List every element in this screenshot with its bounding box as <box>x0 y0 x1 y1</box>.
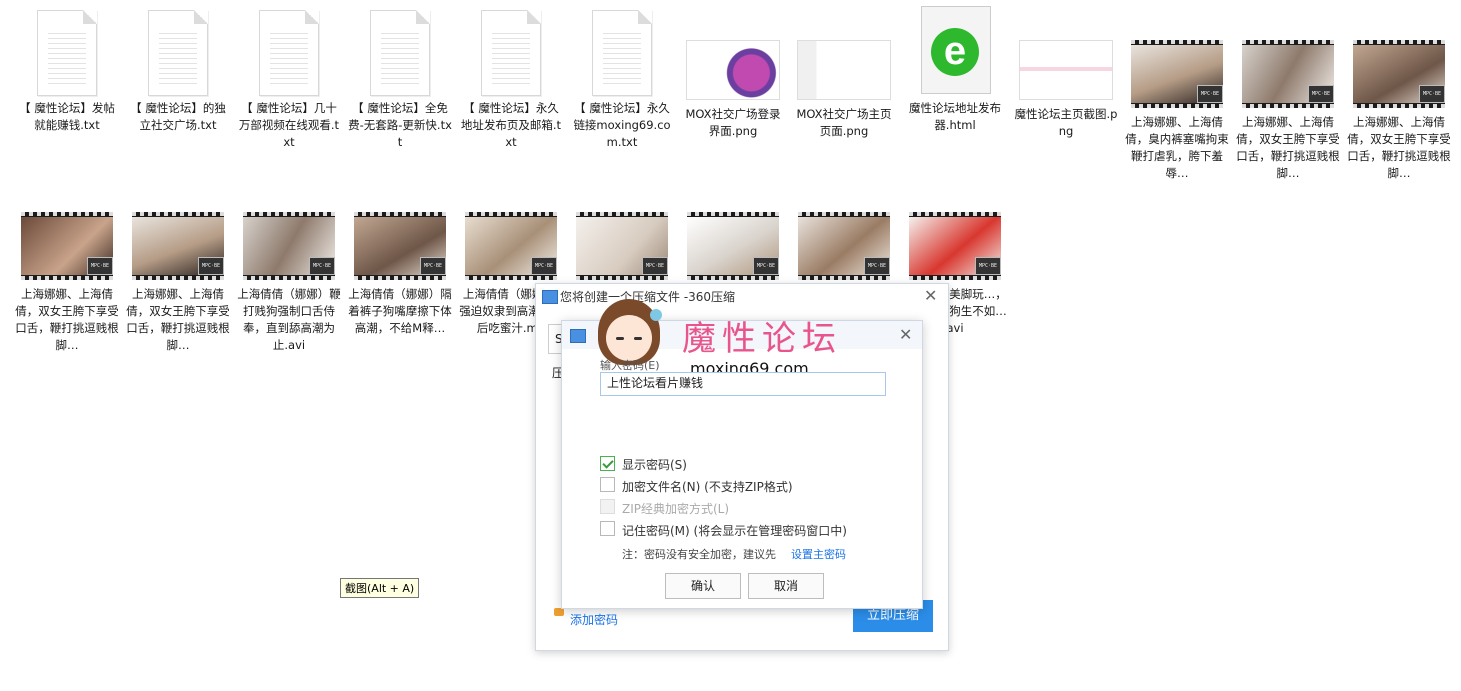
file-item[interactable]: 【 魔性论坛】全免费-无套路-更新快.txt <box>348 10 452 151</box>
file-name-label: 【 魔性论坛】几十万部视频在线观看.txt <box>238 101 340 149</box>
video-thumbnail: MPC·BE <box>1242 40 1334 108</box>
watermark-title: 魔性论坛 <box>682 319 842 359</box>
file-item[interactable]: MPC·BE 上海娜娜、上海倩倩，双女王胯下享受口舌，鞭打挑逗贱根脚… <box>15 212 119 354</box>
file-item[interactable]: MOX社交广场登录界面.png <box>681 10 785 140</box>
txt-file-icon <box>37 10 97 96</box>
html-file-icon: e <box>917 6 993 96</box>
video-thumbnail: MPC·BE <box>576 212 668 280</box>
video-thumbnail: MPC·BE <box>132 212 224 280</box>
show-password-label: 显示密码(S) <box>622 458 687 472</box>
remember-password-checkbox[interactable] <box>600 521 615 536</box>
video-thumbnail: MPC·BE <box>1131 40 1223 108</box>
file-name-label: 上海娜娜、上海倩倩，臭内裤塞嘴拘束鞭打虐乳，胯下羞辱… <box>1125 115 1229 180</box>
file-name-label: MOX社交广场主页页面.png <box>796 107 892 138</box>
cancel-button[interactable]: 取消 <box>748 573 824 599</box>
add-password-link[interactable]: 添加密码 <box>570 611 618 628</box>
txt-file-icon <box>259 10 319 96</box>
file-item[interactable]: MPC·BE 上海娜娜、上海倩倩，双女王胯下享受口舌，鞭打挑逗贱根脚… <box>126 212 230 354</box>
file-name-label: 魔性论坛地址发布器.html <box>909 101 1001 132</box>
encrypt-filenames-checkbox[interactable] <box>600 477 615 492</box>
password-dialog: ✕ 魔性论坛 moxing69.com 输入密码(E) 上性论坛看片赚钱 显示密… <box>561 299 923 609</box>
file-item[interactable]: 【 魔性论坛】永久链接moxing69.com.txt <box>570 10 674 151</box>
zip-classic-label: ZIP经典加密方式(L) <box>622 502 730 516</box>
file-name-label: 【 魔性论坛】发帖就能赚钱.txt <box>19 101 115 132</box>
png-thumbnail <box>1019 40 1113 100</box>
file-item[interactable]: e 魔性论坛地址发布器.html <box>903 6 1007 134</box>
file-name-label: 【 魔性论坛】永久链接moxing69.com.txt <box>573 101 671 149</box>
video-thumbnail: MPC·BE <box>1353 40 1445 108</box>
file-name-label: 上海倩倩（娜娜）隔着裤子狗嘴摩擦下体高潮，不给M释… <box>348 287 452 335</box>
file-item[interactable]: MPC·BE 上海娜娜、上海倩倩，双女王胯下享受口舌，鞭打挑逗贱根脚… <box>1347 10 1451 182</box>
txt-file-icon <box>592 10 652 96</box>
png-thumbnail <box>686 40 780 100</box>
file-item[interactable]: MPC·BE 上海娜娜、上海倩倩，臭内裤塞嘴拘束鞭打虐乳，胯下羞辱… <box>1125 10 1229 182</box>
ok-button[interactable]: 确认 <box>665 573 741 599</box>
app-icon <box>570 329 586 343</box>
show-password-checkbox[interactable] <box>600 456 615 471</box>
file-item[interactable]: 【 魔性论坛】的独立社交广场.txt <box>126 10 230 134</box>
video-thumbnail: MPC·BE <box>465 212 557 280</box>
video-thumbnail: MPC·BE <box>798 212 890 280</box>
zip-classic-checkbox <box>600 499 615 514</box>
screenshot-tooltip: 截图(Alt + A) <box>340 578 420 598</box>
video-thumbnail: MPC·BE <box>21 212 113 280</box>
file-name-label: 【 魔性论坛】的独立社交广场.txt <box>130 101 226 132</box>
file-item[interactable]: MPC·BE 上海倩倩（娜娜）隔着裤子狗嘴摩擦下体高潮，不给M释… <box>348 212 452 337</box>
file-item[interactable]: MPC·BE 上海娜娜、上海倩倩，双女王胯下享受口舌，鞭打挑逗贱根脚… <box>1236 10 1340 182</box>
file-name-label: 【 魔性论坛】全免费-无套路-更新快.txt <box>348 101 452 149</box>
encrypt-filenames-label: 加密文件名(N) (不支持ZIP格式) <box>622 480 793 494</box>
txt-file-icon <box>148 10 208 96</box>
file-name-label: 魔性论坛主页截图.png <box>1014 107 1118 138</box>
remember-password-label: 记住密码(M) (将会显示在管理密码窗口中) <box>622 524 847 538</box>
close-icon[interactable]: ✕ <box>899 325 912 344</box>
file-name-label: 上海倩倩（娜娜）鞭打贱狗强制口舌侍奉，直到舔高潮为止.avi <box>237 287 341 352</box>
file-item[interactable]: 【 魔性论坛】发帖就能赚钱.txt <box>15 10 119 134</box>
file-item[interactable]: 【 魔性论坛】几十万部视频在线观看.txt <box>237 10 341 151</box>
security-note: 注：密码没有安全加密，建议先 <box>622 548 776 561</box>
file-name-label: 上海娜娜、上海倩倩，双女王胯下享受口舌，鞭打挑逗贱根脚… <box>1236 115 1340 180</box>
file-item[interactable]: 魔性论坛主页截图.png <box>1014 10 1118 140</box>
file-item[interactable]: MPC·BE 上海倩倩（娜娜）鞭打贱狗强制口舌侍奉，直到舔高潮为止.avi <box>237 212 341 354</box>
app-icon <box>542 290 558 304</box>
video-thumbnail: MPC·BE <box>909 212 1001 280</box>
file-name-label: MOX社交广场登录界面.png <box>685 107 781 138</box>
file-name-label: 上海娜娜、上海倩倩，双女王胯下享受口舌，鞭打挑逗贱根脚… <box>126 287 230 352</box>
file-item[interactable]: 【 魔性论坛】永久地址发布页及邮箱.txt <box>459 10 563 151</box>
video-thumbnail: MPC·BE <box>243 212 335 280</box>
txt-file-icon <box>370 10 430 96</box>
file-name-label: 【 魔性论坛】永久地址发布页及邮箱.txt <box>460 101 562 149</box>
txt-file-icon <box>481 10 541 96</box>
lock-icon <box>554 608 564 616</box>
video-thumbnail: MPC·BE <box>687 212 779 280</box>
file-name-label: 上海娜娜、上海倩倩，双女王胯下享受口舌，鞭打挑逗贱根脚… <box>15 287 119 352</box>
file-name-label: 上海娜娜、上海倩倩，双女王胯下享受口舌，鞭打挑逗贱根脚… <box>1347 115 1451 180</box>
video-thumbnail: MPC·BE <box>354 212 446 280</box>
set-master-password-link[interactable]: 设置主密码 <box>791 546 846 562</box>
png-thumbnail <box>797 40 891 100</box>
close-icon[interactable]: ✕ <box>924 286 937 305</box>
password-label: 输入密码(E) <box>600 359 660 372</box>
file-item[interactable]: MOX社交广场主页页面.png <box>792 10 896 140</box>
password-input[interactable]: 上性论坛看片赚钱 <box>600 372 886 396</box>
